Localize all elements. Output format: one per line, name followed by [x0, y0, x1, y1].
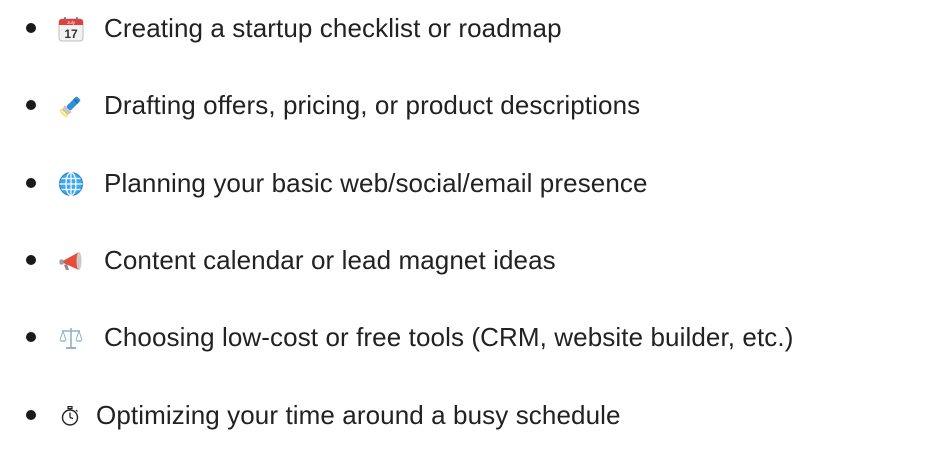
bullet-point [26, 410, 36, 420]
calendar-month: July [67, 20, 76, 25]
list-item: Content calendar or lead magnet ideas [0, 240, 947, 280]
item-label: Optimizing your time around a busy sched… [96, 400, 621, 430]
bullet-point [26, 100, 36, 110]
item-label: Choosing low-cost or free tools (CRM, we… [104, 322, 794, 352]
bullet-point [26, 23, 36, 33]
list-item: Planning your basic web/social/email pre… [0, 163, 947, 203]
list-item: Drafting offers, pricing, or product des… [0, 85, 947, 125]
item-label: Creating a startup checklist or roadmap [104, 13, 562, 43]
scales-icon [59, 328, 83, 349]
calendar-icon: July 17 [58, 17, 84, 42]
bullet-point [26, 178, 36, 188]
calendar-day: 17 [64, 27, 78, 41]
bullet-point [26, 255, 36, 265]
bullet-point [26, 332, 36, 342]
item-label: Planning your basic web/social/email pre… [104, 168, 648, 198]
flashlight-icon [60, 96, 81, 117]
globe-icon [59, 171, 83, 197]
list-item: Choosing low-cost or free tools (CRM, we… [0, 317, 947, 357]
stopwatch-icon [61, 406, 79, 426]
list-item: Optimizing your time around a busy sched… [0, 395, 947, 435]
megaphone-icon [59, 252, 82, 270]
item-label: Content calendar or lead magnet ideas [104, 245, 556, 275]
item-label: Drafting offers, pricing, or product des… [104, 90, 641, 120]
bullet-list: July 17 Creating a startup checklist or … [0, 0, 947, 465]
list-item: July 17 Creating a startup checklist or … [0, 8, 947, 48]
